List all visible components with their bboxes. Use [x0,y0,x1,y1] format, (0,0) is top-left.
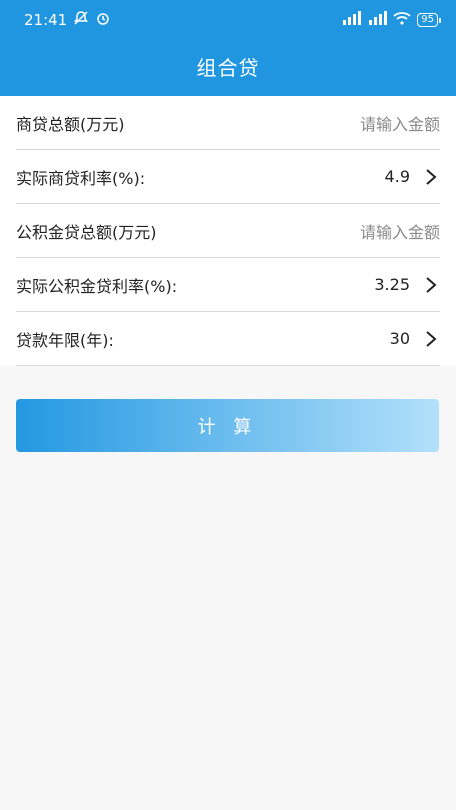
loan-form: 商贷总额(万元) 请输入金额 实际商贷利率(%): 4.9 公积金贷总额(万元)… [0,96,456,366]
loan-term-row[interactable]: 贷款年限(年): 30 [16,312,440,366]
commercial-rate-row[interactable]: 实际商贷利率(%): 4.9 [16,150,440,204]
battery-icon: 95 [417,13,441,27]
commercial-loan-amount-row[interactable]: 商贷总额(万元) 请输入金额 [16,96,440,150]
chevron-right-icon[interactable] [422,329,440,349]
page-title: 组合贷 [196,56,260,80]
chevron-right-icon[interactable] [422,275,440,295]
row-label: 贷款年限(年): [16,330,114,350]
chevron-right-icon[interactable] [422,167,440,187]
clock: 21:41 [24,11,68,29]
loan-term-value: 30 [389,329,410,348]
app-header: 21:41 95 组合贷 [0,0,456,96]
row-label: 实际商贷利率(%): [16,168,146,188]
provident-fund-rate-value: 3.25 [374,275,410,294]
signal-icon [341,11,362,29]
provident-fund-rate-row[interactable]: 实际公积金贷利率(%): 3.25 [16,258,440,312]
alarm-icon [95,10,111,30]
wifi-icon [393,11,411,29]
commercial-loan-amount-input[interactable]: 请输入金额 [360,111,440,135]
calculate-button[interactable]: 计 算 [16,399,439,452]
status-bar: 21:41 95 [0,0,456,40]
row-label: 公积金贷总额(万元) [16,222,157,242]
provident-fund-amount-input[interactable]: 请输入金额 [360,219,440,243]
provident-fund-amount-row[interactable]: 公积金贷总额(万元) 请输入金额 [16,204,440,258]
row-label: 商贷总额(万元) [16,114,125,134]
row-label: 实际公积金贷利率(%): [16,276,178,296]
notification-off-icon [73,10,89,30]
signal-icon [367,11,388,29]
commercial-rate-value: 4.9 [384,167,410,186]
